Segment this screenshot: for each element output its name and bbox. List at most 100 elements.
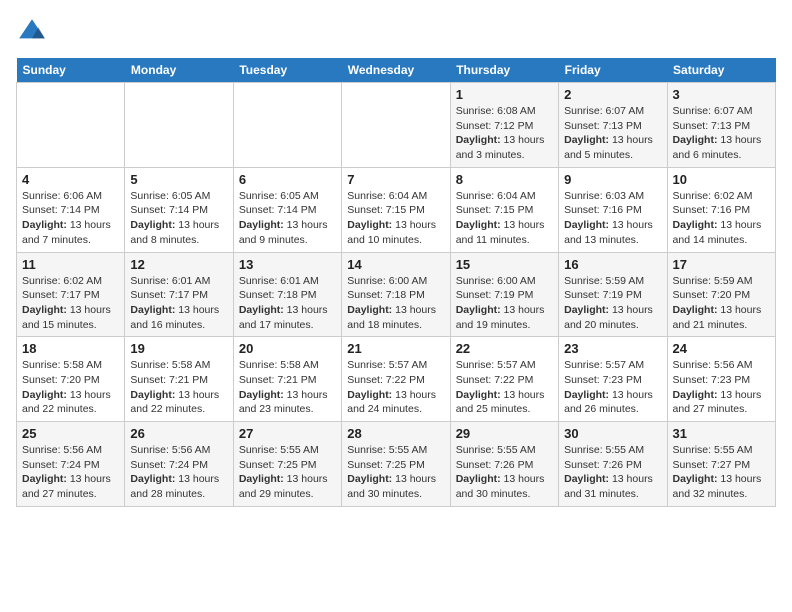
calendar-header-tuesday: Tuesday [233, 58, 341, 83]
day-info: Sunrise: 5:55 AMSunset: 7:27 PMDaylight:… [673, 443, 770, 502]
day-info: Sunrise: 6:00 AMSunset: 7:18 PMDaylight:… [347, 274, 444, 333]
day-number: 27 [239, 426, 336, 441]
calendar-header-monday: Monday [125, 58, 233, 83]
day-info: Sunrise: 5:57 AMSunset: 7:22 PMDaylight:… [347, 358, 444, 417]
day-number: 22 [456, 341, 553, 356]
day-info: Sunrise: 6:04 AMSunset: 7:15 PMDaylight:… [347, 189, 444, 248]
day-number: 31 [673, 426, 770, 441]
calendar-cell: 20 Sunrise: 5:58 AMSunset: 7:21 PMDayligh… [233, 337, 341, 422]
calendar-header-friday: Friday [559, 58, 667, 83]
day-number: 8 [456, 172, 553, 187]
day-number: 5 [130, 172, 227, 187]
calendar-cell: 29Sunrise: 5:55 AMSunset: 7:26 PMDayligh… [450, 422, 558, 507]
day-number: 20 [239, 341, 336, 356]
day-info: Sunrise: 5:55 AMSunset: 7:25 PMDaylight:… [239, 443, 336, 502]
calendar-cell: 8Sunrise: 6:04 AMSunset: 7:15 PMDaylight… [450, 167, 558, 252]
day-info: Sunrise: 5:55 AMSunset: 7:25 PMDaylight:… [347, 443, 444, 502]
day-info: Sunrise: 5:55 AMSunset: 7:26 PMDaylight:… [564, 443, 661, 502]
calendar-cell: 10 Sunrise: 6:02 AMSunset: 7:16 PMDayligh… [667, 167, 775, 252]
day-number: 15 [456, 257, 553, 272]
day-number: 16 [564, 257, 661, 272]
day-info: Sunrise: 6:01 AMSunset: 7:17 PMDaylight:… [130, 274, 227, 333]
day-number: 29 [456, 426, 553, 441]
day-info: Sunrise: 5:57 AMSunset: 7:23 PMDaylight:… [564, 358, 661, 417]
day-info: Sunrise: 6:08 AMSunset: 7:12 PMDaylight:… [456, 104, 553, 163]
calendar-cell: 24 Sunrise: 5:56 AMSunset: 7:23 PMDayligh… [667, 337, 775, 422]
logo-icon [16, 16, 48, 48]
calendar-week-2: 4 Sunrise: 6:06 AMSunset: 7:14 PMDaylight… [17, 167, 776, 252]
calendar-cell: 23 Sunrise: 5:57 AMSunset: 7:23 PMDayligh… [559, 337, 667, 422]
day-info: Sunrise: 6:01 AMSunset: 7:18 PMDaylight:… [239, 274, 336, 333]
day-number: 24 [673, 341, 770, 356]
day-number: 17 [673, 257, 770, 272]
day-number: 2 [564, 87, 661, 102]
calendar-cell: 30 Sunrise: 5:55 AMSunset: 7:26 PMDayligh… [559, 422, 667, 507]
day-info: Sunrise: 6:03 AMSunset: 7:16 PMDaylight:… [564, 189, 661, 248]
calendar-header-sunday: Sunday [17, 58, 125, 83]
day-info: Sunrise: 6:05 AMSunset: 7:14 PMDaylight:… [239, 189, 336, 248]
calendar-cell: 27 Sunrise: 5:55 AMSunset: 7:25 PMDayligh… [233, 422, 341, 507]
day-number: 26 [130, 426, 227, 441]
day-info: Sunrise: 5:56 AMSunset: 7:24 PMDaylight:… [130, 443, 227, 502]
calendar-cell: 3Sunrise: 6:07 AMSunset: 7:13 PMDaylight… [667, 83, 775, 168]
calendar-cell: 5 Sunrise: 6:05 AMSunset: 7:14 PMDaylight… [125, 167, 233, 252]
calendar-header-saturday: Saturday [667, 58, 775, 83]
calendar-cell: 15 Sunrise: 6:00 AMSunset: 7:19 PMDayligh… [450, 252, 558, 337]
day-number: 18 [22, 341, 119, 356]
logo [16, 16, 54, 48]
day-number: 13 [239, 257, 336, 272]
calendar-cell: 25 Sunrise: 5:56 AMSunset: 7:24 PMDayligh… [17, 422, 125, 507]
day-number: 10 [673, 172, 770, 187]
calendar-cell: 9 Sunrise: 6:03 AMSunset: 7:16 PMDaylight… [559, 167, 667, 252]
calendar-week-5: 25 Sunrise: 5:56 AMSunset: 7:24 PMDayligh… [17, 422, 776, 507]
calendar-cell: 6Sunrise: 6:05 AMSunset: 7:14 PMDaylight… [233, 167, 341, 252]
day-info: Sunrise: 6:07 AMSunset: 7:13 PMDaylight:… [564, 104, 661, 163]
calendar-week-3: 11Sunrise: 6:02 AMSunset: 7:17 PMDayligh… [17, 252, 776, 337]
day-info: Sunrise: 5:56 AMSunset: 7:23 PMDaylight:… [673, 358, 770, 417]
day-number: 4 [22, 172, 119, 187]
calendar-cell: 2 Sunrise: 6:07 AMSunset: 7:13 PMDaylight… [559, 83, 667, 168]
day-number: 14 [347, 257, 444, 272]
day-info: Sunrise: 5:57 AMSunset: 7:22 PMDaylight:… [456, 358, 553, 417]
day-number: 30 [564, 426, 661, 441]
day-info: Sunrise: 6:06 AMSunset: 7:14 PMDaylight:… [22, 189, 119, 248]
day-number: 9 [564, 172, 661, 187]
day-info: Sunrise: 6:02 AMSunset: 7:16 PMDaylight:… [673, 189, 770, 248]
calendar-cell [125, 83, 233, 168]
day-info: Sunrise: 6:00 AMSunset: 7:19 PMDaylight:… [456, 274, 553, 333]
calendar-cell: 12 Sunrise: 6:01 AMSunset: 7:17 PMDayligh… [125, 252, 233, 337]
calendar-cell: 22 Sunrise: 5:57 AMSunset: 7:22 PMDayligh… [450, 337, 558, 422]
calendar-cell: 1Sunrise: 6:08 AMSunset: 7:12 PMDaylight… [450, 83, 558, 168]
calendar-cell: 17 Sunrise: 5:59 AMSunset: 7:20 PMDayligh… [667, 252, 775, 337]
calendar-cell [233, 83, 341, 168]
day-info: Sunrise: 5:59 AMSunset: 7:20 PMDaylight:… [673, 274, 770, 333]
day-info: Sunrise: 6:05 AMSunset: 7:14 PMDaylight:… [130, 189, 227, 248]
calendar-cell: 16 Sunrise: 5:59 AMSunset: 7:19 PMDayligh… [559, 252, 667, 337]
day-info: Sunrise: 5:58 AMSunset: 7:21 PMDaylight:… [130, 358, 227, 417]
day-number: 11 [22, 257, 119, 272]
calendar-cell: 19 Sunrise: 5:58 AMSunset: 7:21 PMDayligh… [125, 337, 233, 422]
calendar-cell: 14 Sunrise: 6:00 AMSunset: 7:18 PMDayligh… [342, 252, 450, 337]
calendar-header-row: SundayMondayTuesdayWednesdayThursdayFrid… [17, 58, 776, 83]
calendar-cell: 13 Sunrise: 6:01 AMSunset: 7:18 PMDayligh… [233, 252, 341, 337]
day-number: 7 [347, 172, 444, 187]
day-number: 12 [130, 257, 227, 272]
calendar-cell: 31 Sunrise: 5:55 AMSunset: 7:27 PMDayligh… [667, 422, 775, 507]
day-number: 25 [22, 426, 119, 441]
day-number: 3 [673, 87, 770, 102]
calendar-header-wednesday: Wednesday [342, 58, 450, 83]
day-number: 23 [564, 341, 661, 356]
day-info: Sunrise: 5:58 AMSunset: 7:20 PMDaylight:… [22, 358, 119, 417]
page-header [16, 16, 776, 48]
calendar-cell: 7 Sunrise: 6:04 AMSunset: 7:15 PMDaylight… [342, 167, 450, 252]
calendar-cell: 18 Sunrise: 5:58 AMSunset: 7:20 PMDayligh… [17, 337, 125, 422]
day-number: 28 [347, 426, 444, 441]
calendar-week-4: 18 Sunrise: 5:58 AMSunset: 7:20 PMDayligh… [17, 337, 776, 422]
calendar-week-1: 1Sunrise: 6:08 AMSunset: 7:12 PMDaylight… [17, 83, 776, 168]
day-info: Sunrise: 5:58 AMSunset: 7:21 PMDaylight:… [239, 358, 336, 417]
day-number: 19 [130, 341, 227, 356]
calendar-cell [342, 83, 450, 168]
day-info: Sunrise: 5:56 AMSunset: 7:24 PMDaylight:… [22, 443, 119, 502]
day-info: Sunrise: 5:59 AMSunset: 7:19 PMDaylight:… [564, 274, 661, 333]
calendar-cell: 21Sunrise: 5:57 AMSunset: 7:22 PMDayligh… [342, 337, 450, 422]
